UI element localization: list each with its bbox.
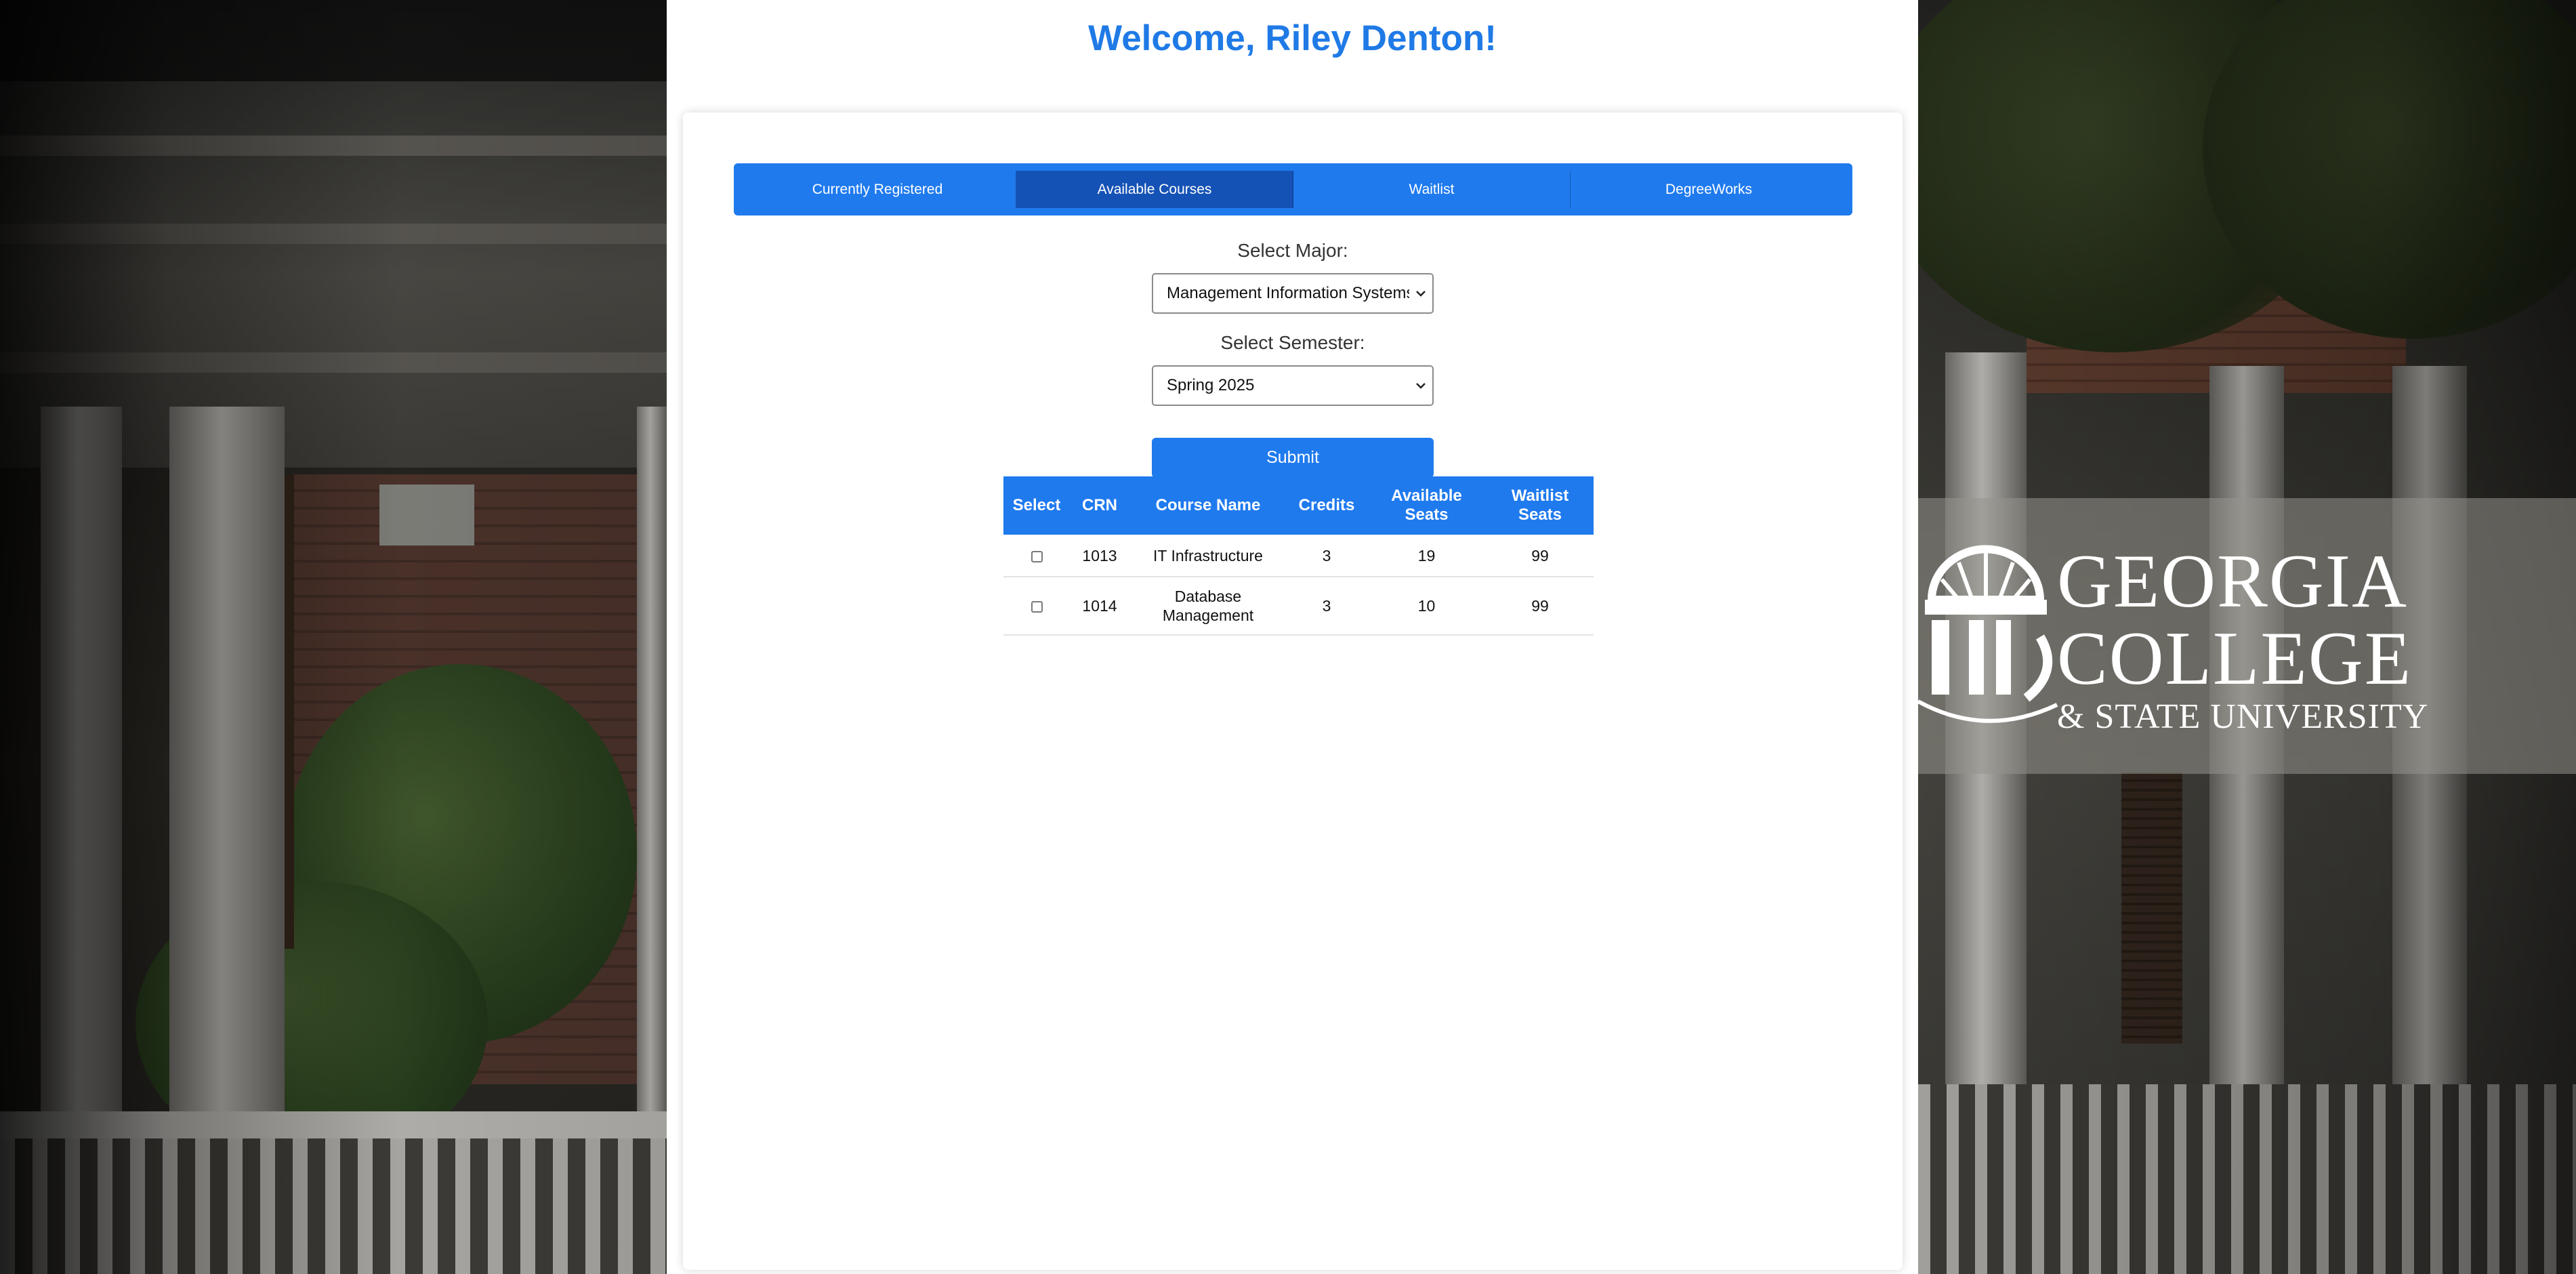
select-semester-label: Select Semester: bbox=[1220, 332, 1365, 353]
registration-card: Currently Registered Available Courses W… bbox=[683, 112, 1903, 1270]
tab-waitlist[interactable]: Waitlist bbox=[1293, 171, 1571, 208]
major-select[interactable]: Management Information Systems bbox=[1152, 273, 1434, 314]
logo-text-georgia: GEORGIA bbox=[2057, 539, 2408, 623]
select-cell bbox=[1003, 577, 1070, 636]
column-header-credits: Credits bbox=[1287, 476, 1367, 535]
chevron-down-icon bbox=[1409, 367, 1432, 405]
waitlist-seats-cell: 99 bbox=[1487, 577, 1594, 636]
select-major-label: Select Major: bbox=[1237, 240, 1348, 261]
semester-select-value: Spring 2025 bbox=[1167, 376, 1255, 394]
georgia-college-logo: GEORGIA COLLEGE & STATE UNIVERSITY bbox=[1918, 535, 2433, 736]
main-page: Welcome, Riley Denton! Currently Registe… bbox=[667, 0, 1918, 1274]
column-header-course-name: Course Name bbox=[1129, 476, 1287, 535]
tab-degreeworks[interactable]: DegreeWorks bbox=[1571, 171, 1847, 208]
logo-text-state-university: & STATE UNIVERSITY bbox=[2057, 697, 2429, 736]
table-row: 1013 IT Infrastructure 3 19 99 bbox=[1003, 535, 1594, 577]
submit-button[interactable]: Submit bbox=[1152, 438, 1434, 478]
crn-cell: 1014 bbox=[1070, 577, 1129, 636]
available-seats-cell: 10 bbox=[1367, 577, 1487, 636]
course-name-cell: Database Management bbox=[1129, 577, 1287, 636]
credits-cell: 3 bbox=[1287, 535, 1367, 577]
crn-cell: 1013 bbox=[1070, 535, 1129, 577]
welcome-heading: Welcome, Riley Denton! bbox=[1088, 18, 1497, 58]
course-select-checkbox[interactable] bbox=[1031, 550, 1043, 562]
waitlist-seats-cell: 99 bbox=[1487, 535, 1594, 577]
available-seats-cell: 19 bbox=[1367, 535, 1487, 577]
tab-currently-registered[interactable]: Currently Registered bbox=[739, 171, 1016, 208]
major-select-value: Management Information Systems bbox=[1167, 284, 1409, 302]
column-header-available-seats: Available Seats bbox=[1367, 476, 1487, 535]
chevron-down-icon bbox=[1409, 274, 1432, 312]
course-name-cell: IT Infrastructure bbox=[1129, 535, 1287, 577]
logo-text-college: COLLEGE bbox=[2057, 617, 2413, 701]
photo-shade bbox=[0, 0, 667, 1274]
credits-cell: 3 bbox=[1287, 577, 1367, 636]
tab-bar: Currently Registered Available Courses W… bbox=[734, 163, 1852, 215]
table-header-row: Select CRN Course Name Credits Available… bbox=[1003, 476, 1594, 535]
table-row: 1014 Database Management 3 10 99 bbox=[1003, 577, 1594, 636]
tab-available-courses[interactable]: Available Courses bbox=[1016, 171, 1293, 208]
column-header-crn: CRN bbox=[1070, 476, 1129, 535]
background-photo-right: GEORGIA COLLEGE & STATE UNIVERSITY bbox=[1918, 0, 2576, 1274]
background-photo-left bbox=[0, 0, 667, 1274]
select-cell bbox=[1003, 535, 1070, 577]
semester-select[interactable]: Spring 2025 bbox=[1152, 365, 1434, 406]
available-courses-table: Select CRN Course Name Credits Available… bbox=[1003, 476, 1594, 636]
column-header-select: Select bbox=[1003, 476, 1070, 535]
gazebo-icon bbox=[1918, 545, 2058, 723]
column-header-waitlist-seats: Waitlist Seats bbox=[1487, 476, 1594, 535]
course-select-checkbox[interactable] bbox=[1031, 601, 1043, 613]
